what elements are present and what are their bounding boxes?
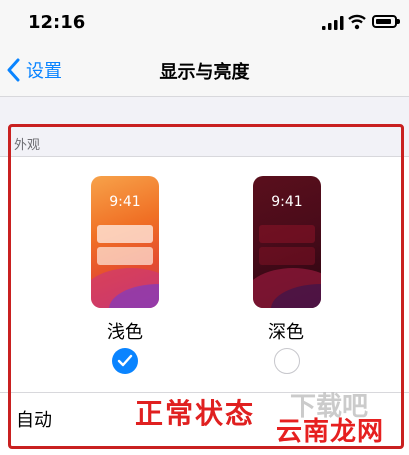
light-preview-notification — [97, 247, 153, 265]
light-preview-time: 9:41 — [109, 194, 141, 210]
annotation-text: 正常状态 — [135, 397, 256, 430]
dark-preview-time: 9:41 — [271, 194, 303, 210]
light-mode-radio-selected[interactable] — [112, 348, 138, 374]
automatic-row-label[interactable]: 自动 — [16, 406, 52, 432]
watermark-logo: 云南龙网 — [276, 417, 385, 447]
status-time: 12:16 — [28, 12, 86, 33]
checkmark-icon — [117, 354, 133, 367]
section-header-appearance: 外观 — [14, 138, 41, 153]
battery-icon — [372, 15, 397, 28]
light-mode-preview[interactable]: 9:41 — [91, 176, 159, 308]
dark-preview-notification — [259, 225, 315, 243]
dark-mode-radio[interactable] — [274, 348, 300, 374]
light-preview-notification — [97, 225, 153, 243]
cellular-signal-icon — [322, 16, 344, 30]
dark-mode-label: 深色 — [268, 322, 304, 343]
battery-tip — [397, 19, 400, 24]
dark-preview-notification — [259, 247, 315, 265]
light-mode-label: 浅色 — [107, 322, 143, 343]
dark-mode-preview[interactable]: 9:41 — [253, 176, 321, 308]
wifi-icon — [348, 14, 366, 30]
status-bar: 12:16 — [0, 0, 409, 44]
page-title: 显示与亮度 — [159, 62, 250, 83]
